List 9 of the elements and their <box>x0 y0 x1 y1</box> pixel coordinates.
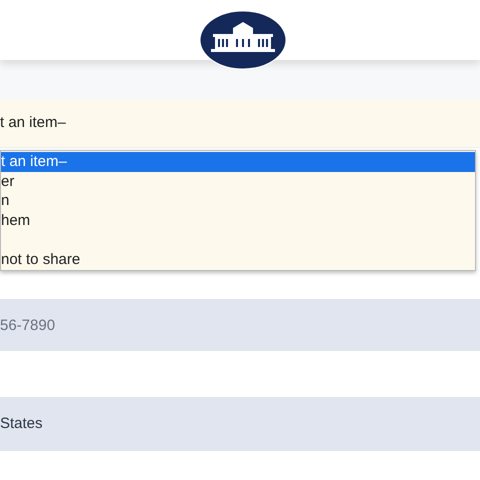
phone-field[interactable]: 56-7890 <box>0 299 480 351</box>
country-field[interactable]: States <box>0 397 480 451</box>
dropdown-option[interactable]: t an item– <box>1 152 475 172</box>
dropdown-option[interactable]: er <box>1 172 475 191</box>
building-logo[interactable] <box>199 10 287 70</box>
dropdown-option[interactable]: n <box>1 191 475 210</box>
dropdown-option[interactable]: hem <box>1 210 475 230</box>
select-field[interactable]: t an item– <box>0 100 480 148</box>
dropdown-option[interactable]: not to share <box>1 250 475 269</box>
